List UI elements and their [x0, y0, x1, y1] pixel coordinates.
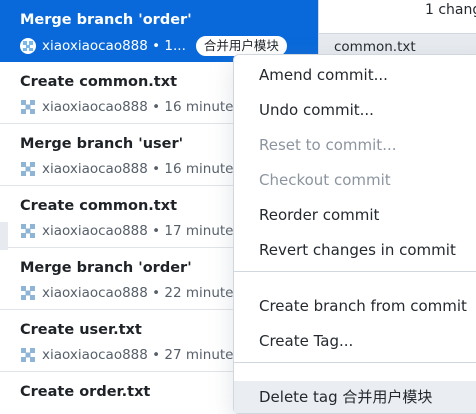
menu-item-reset-to-commit: Reset to commit... — [259, 136, 397, 154]
avatar-icon — [20, 285, 36, 301]
commit-author: xiaoxiaocao888 — [42, 285, 148, 301]
avatar-icon — [20, 347, 36, 363]
commit-time: • 27 minutes — [152, 347, 241, 363]
changed-files-count: 1 chang — [425, 2, 476, 18]
commit-author: xiaoxiaocao888 — [42, 99, 148, 115]
commit-time: • 1... — [152, 38, 186, 54]
commit-context-menu: Amend commit... Undo commit... Reset to … — [233, 54, 476, 414]
menu-item-undo-commit[interactable]: Undo commit... — [234, 94, 476, 126]
avatar-icon — [20, 161, 36, 177]
menu-item-create-branch[interactable]: Create branch from commit — [234, 290, 476, 322]
commit-author: xiaoxiaocao888 — [42, 223, 148, 239]
commit-title: Merge branch 'order' — [20, 12, 192, 28]
menu-item-amend-commit[interactable]: Amend commit... — [234, 59, 476, 91]
tag-badge: 合并用户模块 — [195, 36, 287, 56]
commit-time: • 16 minutes — [152, 99, 241, 115]
commit-time: • 16 minutes — [152, 161, 241, 177]
avatar-icon — [20, 99, 36, 115]
commit-meta: xiaoxiaocao888 • 1... 合并用户模块 — [20, 36, 318, 56]
changed-file-name: common.txt — [334, 39, 416, 55]
commit-author: xiaoxiaocao888 — [42, 347, 148, 363]
list-gutter — [0, 222, 8, 250]
commit-author: xiaoxiaocao888 — [42, 161, 148, 177]
commit-time: • 22 minutes — [152, 285, 241, 301]
menu-item-reorder-commit[interactable]: Reorder commit — [234, 199, 476, 231]
menu-item-checkout-commit: Checkout commit — [259, 171, 391, 189]
menu-separator — [234, 362, 476, 363]
commit-time: • 17 minutes — [152, 223, 241, 239]
menu-item-create-tag[interactable]: Create Tag... — [234, 325, 476, 357]
menu-item-delete-tag[interactable]: Delete tag 合并用户模块 — [234, 381, 476, 413]
commit-item-selected[interactable]: Merge branch 'order' xiaoxiaocao888 • 1.… — [0, 0, 318, 62]
avatar-icon — [20, 38, 36, 54]
avatar-icon — [20, 223, 36, 239]
menu-separator — [234, 271, 476, 272]
menu-item-revert-changes[interactable]: Revert changes in commit — [234, 234, 476, 266]
commit-author: xiaoxiaocao888 — [42, 38, 148, 54]
